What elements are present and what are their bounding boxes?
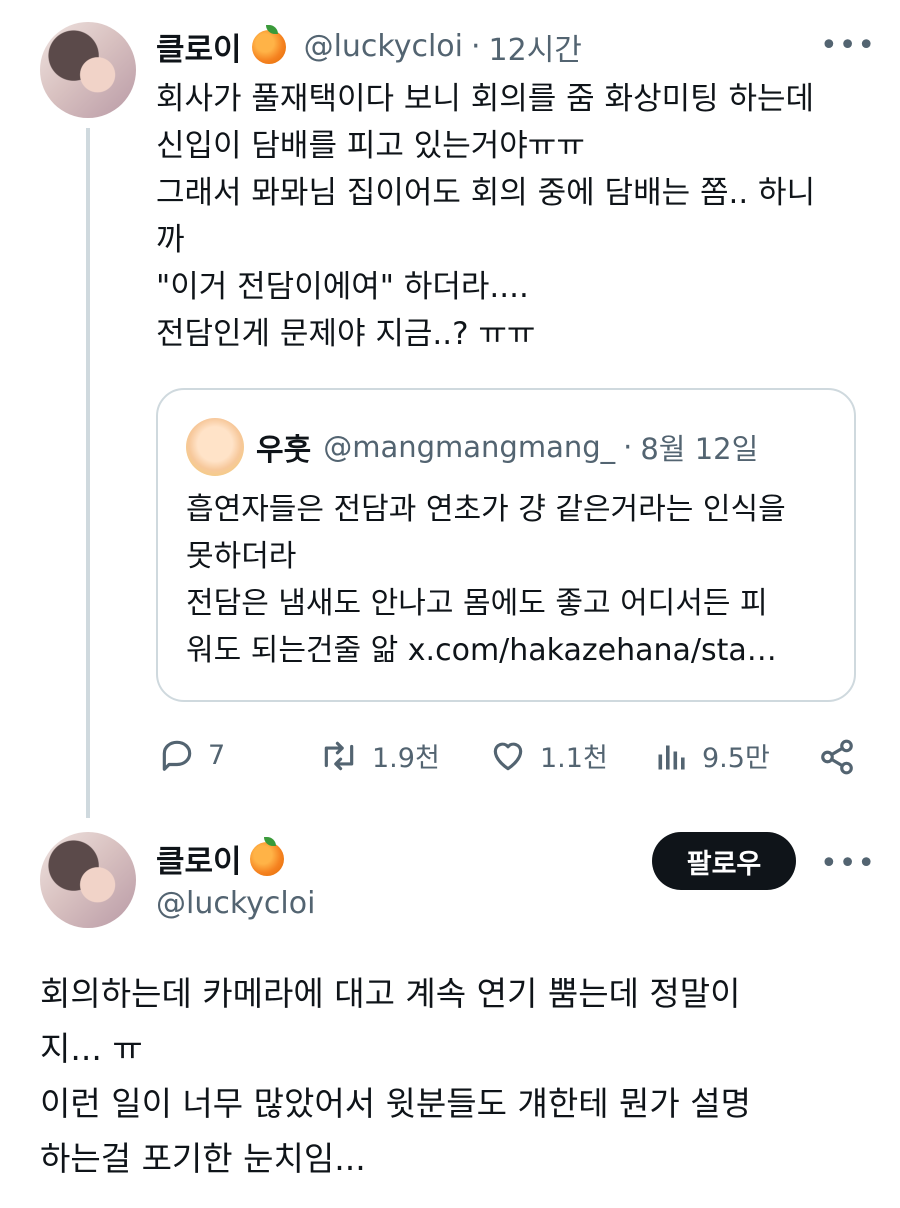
- more-icon[interactable]: •••: [820, 28, 876, 63]
- share-button[interactable]: [818, 738, 856, 776]
- reply-icon: [162, 740, 192, 771]
- views-count: 9.5만: [702, 743, 770, 774]
- text-line: 그래서 뫄뫄님 집이어도 회의 중에 담배는 쫌.. 하니: [156, 175, 816, 211]
- text-line: 회사가 풀재택이다 보니 회의를 줌 화상미팅 하는데: [156, 81, 815, 117]
- quote-text: 흡연자들은 전담과 연초가 걍 같은거라는 인식을 못하더라 전담은 냄새도 안…: [186, 486, 836, 674]
- follow-button[interactable]: 팔로우: [652, 832, 796, 890]
- orange-emoji-icon: [251, 24, 286, 64]
- author-handle[interactable]: @luckycloi: [156, 886, 315, 921]
- text-line: 하는걸 포기한 눈치임...: [40, 1139, 366, 1178]
- quote-author-name[interactable]: 우훗: [256, 425, 311, 469]
- text-line: 워도 되는건줄 앎 x.com/hakazehana/sta…: [186, 633, 777, 668]
- views-icon: [658, 745, 685, 769]
- text-line: 못하더라: [186, 539, 297, 574]
- main-post-text: 회의하는데 카메라에 대고 계속 연기 뿜는데 정말이 지... ㅠ 이런 일이…: [40, 966, 860, 1186]
- text-line: 흡연자들은 전담과 연초가 걍 같은거라는 인식을: [186, 492, 786, 527]
- post-time[interactable]: 12시간: [489, 25, 582, 69]
- repost-button[interactable]: 1.9천: [318, 736, 440, 775]
- more-icon[interactable]: •••: [820, 846, 876, 881]
- orange-emoji-icon: [249, 836, 284, 876]
- repost-icon: [324, 741, 354, 770]
- thread-line: [86, 128, 90, 818]
- like-count: 1.1천: [540, 743, 608, 774]
- main-author-row: 클로이: [156, 836, 284, 881]
- views-button[interactable]: 9.5만: [654, 736, 770, 775]
- post-text: 회사가 풀재택이다 보니 회의를 줌 화상미팅 하는데 신입이 담배를 피고 있…: [156, 76, 856, 358]
- reply-button[interactable]: 7: [158, 736, 225, 774]
- text-line: 전담은 냄새도 안나고 몸에도 좋고 어디서든 피: [186, 586, 768, 621]
- like-button[interactable]: 1.1천: [488, 736, 608, 775]
- repost-count: 1.9천: [372, 743, 440, 774]
- author-handle[interactable]: @luckycloi: [304, 29, 463, 64]
- author-name[interactable]: 클로이: [156, 836, 242, 881]
- share-icon: [821, 739, 853, 775]
- avatar[interactable]: [40, 832, 136, 928]
- author-name[interactable]: 클로이: [156, 24, 242, 69]
- text-line: 지... ㅠ: [40, 1029, 143, 1068]
- text-line: 까: [156, 222, 185, 258]
- quote-date: 8월 12일: [640, 432, 759, 466]
- quote-avatar[interactable]: [186, 418, 244, 476]
- quote-author-handle[interactable]: @mangmangmang_: [323, 430, 615, 464]
- text-line: 회의하는데 카메라에 대고 계속 연기 뿜는데 정말이: [40, 974, 741, 1013]
- text-line: 신입이 담배를 피고 있는거야ㅠㅠ: [156, 128, 585, 164]
- separator: ·: [623, 430, 633, 464]
- like-icon: [493, 742, 523, 770]
- text-line: 이런 일이 너무 많았어서 윗분들도 걔한테 뭔가 설명: [40, 1084, 751, 1123]
- post-header: 클로이 @luckycloi · 12시간: [156, 24, 582, 69]
- avatar[interactable]: [40, 22, 136, 118]
- reply-count: 7: [208, 739, 226, 771]
- text-line: 전담인게 문제야 지금..? ㅠㅠ: [156, 316, 536, 352]
- text-line: "이거 전담이에여" 하더라....: [156, 269, 529, 305]
- separator: ·: [470, 29, 481, 64]
- quote-header: 우훗 @mangmangmang_ · 8월 12일: [256, 425, 758, 469]
